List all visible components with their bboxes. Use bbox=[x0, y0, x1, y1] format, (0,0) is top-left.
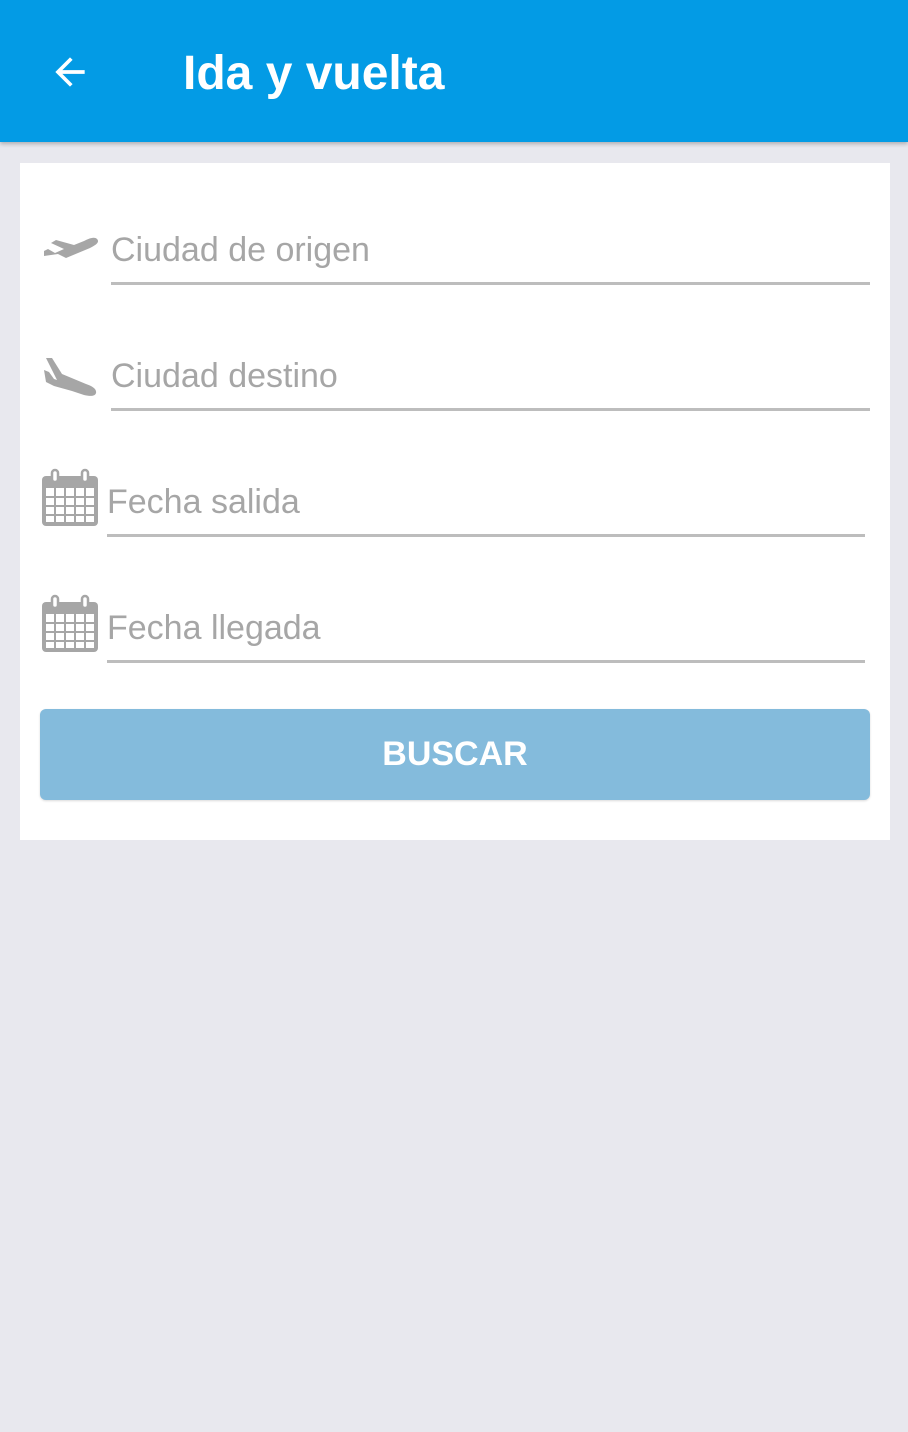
origin-city-input[interactable] bbox=[111, 225, 870, 285]
destination-city-input[interactable] bbox=[111, 351, 870, 411]
calendar-icon bbox=[42, 594, 98, 652]
back-button[interactable] bbox=[30, 32, 110, 112]
plane-takeoff-icon bbox=[44, 237, 99, 258]
destination-row bbox=[20, 339, 890, 439]
origin-row bbox=[20, 213, 890, 313]
plane-landing-icon bbox=[44, 358, 97, 396]
search-button[interactable]: BUSCAR bbox=[40, 709, 870, 800]
departure-date-input[interactable] bbox=[107, 477, 865, 537]
arrow-back-icon bbox=[55, 57, 85, 87]
departure-date-row bbox=[20, 465, 890, 565]
return-date-input[interactable] bbox=[107, 603, 865, 663]
page-title: Ida y vuelta bbox=[183, 47, 445, 100]
return-date-row bbox=[20, 591, 890, 691]
app-bar: Ida y vuelta bbox=[0, 0, 908, 142]
calendar-icon bbox=[42, 468, 98, 526]
search-form-card: BUSCAR bbox=[20, 163, 890, 840]
